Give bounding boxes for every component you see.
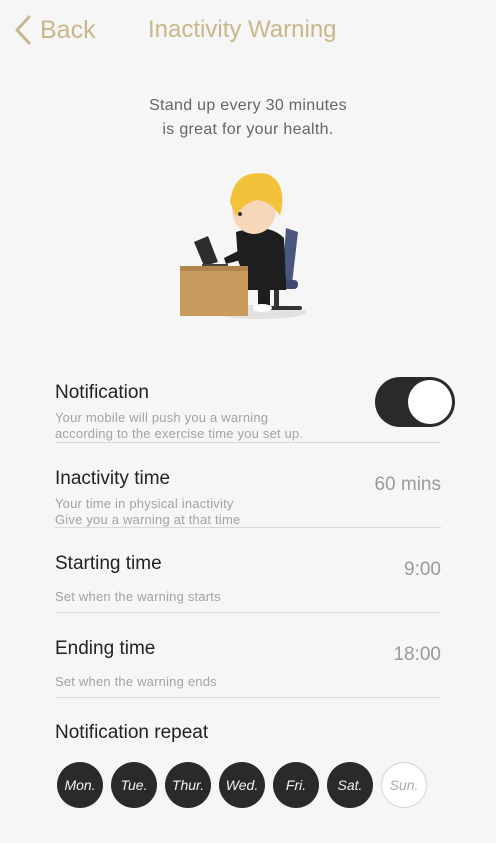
day-toggle-fri[interactable]: Fri. [273, 762, 319, 808]
inactivity-time-row[interactable]: Inactivity time Your time in physical in… [55, 468, 441, 528]
intro-line-2: is great for your health. [162, 121, 334, 138]
person-at-desk-illustration [180, 173, 306, 319]
day-toggle-mon[interactable]: Mon. [57, 762, 103, 808]
divider [55, 697, 441, 698]
ending-time-value: 18:00 [393, 644, 441, 665]
day-toggle-wed[interactable]: Wed. [219, 762, 265, 808]
starting-time-title: Starting time [55, 553, 162, 574]
inactivity-time-desc-2: Give you a warning at that time [55, 512, 241, 527]
day-toggle-sun[interactable]: Sun. [381, 762, 427, 808]
ending-time-desc: Set when the warning ends [55, 674, 217, 689]
inactivity-time-desc-1: Your time in physical inactivity [55, 496, 234, 511]
back-button[interactable]: Back [14, 12, 96, 48]
day-toggle-tue[interactable]: Tue. [111, 762, 157, 808]
intro-text: Stand up every 30 minutes is great for y… [0, 94, 496, 142]
intro-line-1: Stand up every 30 minutes [149, 97, 347, 114]
toggle-knob [408, 380, 452, 424]
day-toggle-sat[interactable]: Sat. [327, 762, 373, 808]
nav-bar: Back Inactivity Warning [0, 0, 496, 60]
divider [55, 442, 441, 443]
notification-repeat-title: Notification repeat [55, 722, 209, 743]
starting-time-value: 9:00 [404, 559, 441, 580]
starting-time-desc: Set when the warning starts [55, 589, 221, 604]
inactivity-time-value: 60 mins [374, 474, 441, 495]
notification-desc-2: according to the exercise time you set u… [55, 426, 304, 441]
chevron-left-icon [15, 15, 31, 45]
ending-time-row[interactable]: Ending time Set when the warning ends 18… [55, 638, 441, 690]
ending-time-title: Ending time [55, 638, 156, 659]
divider [55, 612, 441, 613]
repeat-day-selector: Mon. Tue. Thur. Wed. Fri. Sat. Sun. [57, 762, 435, 808]
starting-time-row[interactable]: Starting time Set when the warning start… [55, 553, 441, 605]
day-toggle-thu[interactable]: Thur. [165, 762, 211, 808]
notification-repeat-row: Notification repeat [55, 722, 441, 744]
divider [55, 527, 441, 528]
notification-toggle[interactable] [375, 377, 455, 427]
page-title: Inactivity Warning [148, 16, 337, 43]
back-label: Back [40, 15, 96, 44]
